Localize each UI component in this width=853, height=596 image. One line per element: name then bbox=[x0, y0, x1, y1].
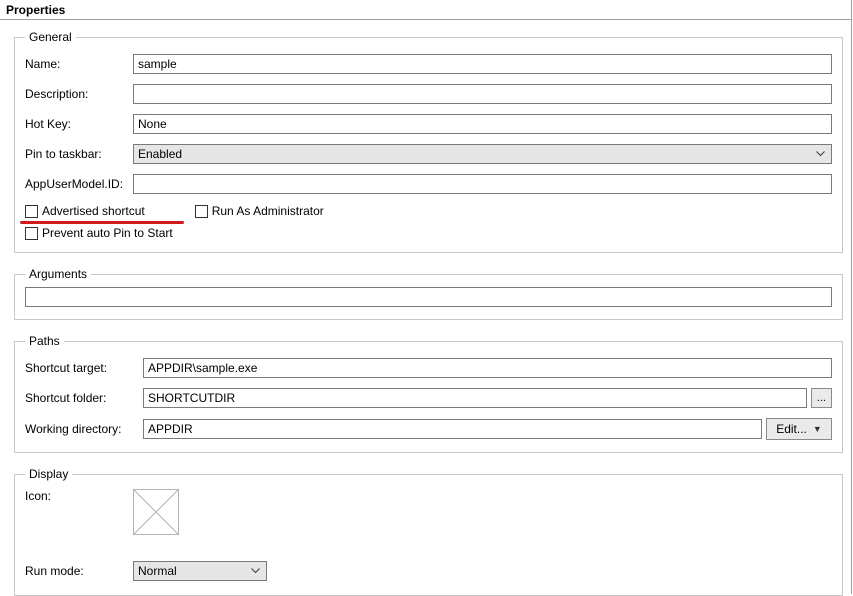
working-directory-label: Working directory: bbox=[25, 422, 143, 436]
shortcut-target-label: Shortcut target: bbox=[25, 361, 143, 375]
arguments-group: Arguments bbox=[14, 267, 843, 320]
name-label: Name: bbox=[25, 57, 133, 71]
paths-legend: Paths bbox=[25, 334, 64, 348]
shortcut-target-input[interactable] bbox=[143, 358, 832, 378]
advertised-shortcut-label: Advertised shortcut bbox=[42, 204, 145, 218]
checkbox-icon bbox=[195, 205, 208, 218]
display-legend: Display bbox=[25, 467, 72, 481]
edit-working-directory-button[interactable]: Edit... ▼ bbox=[766, 418, 832, 440]
description-label: Description: bbox=[25, 87, 133, 101]
advertised-shortcut-checkbox[interactable]: Advertised shortcut bbox=[25, 204, 145, 218]
paths-group: Paths Shortcut target: Shortcut folder: … bbox=[14, 334, 843, 453]
run-mode-value: Normal bbox=[138, 564, 177, 578]
general-legend: General bbox=[25, 30, 76, 44]
ellipsis-icon: ... bbox=[817, 392, 826, 404]
hotkey-label: Hot Key: bbox=[25, 117, 133, 131]
arguments-input[interactable] bbox=[25, 287, 832, 307]
prevent-pin-checkbox[interactable]: Prevent auto Pin to Start bbox=[25, 226, 173, 240]
highlight-underline bbox=[20, 221, 184, 224]
run-as-admin-checkbox[interactable]: Run As Administrator bbox=[195, 204, 324, 218]
general-group: General Name: Description: Hot Key: bbox=[14, 30, 843, 253]
browse-folder-button[interactable]: ... bbox=[811, 388, 832, 408]
name-input[interactable] bbox=[133, 54, 832, 74]
run-mode-select[interactable]: Normal bbox=[133, 561, 267, 581]
chevron-down-icon bbox=[816, 151, 825, 157]
working-directory-input[interactable] bbox=[143, 419, 762, 439]
hotkey-input[interactable] bbox=[133, 114, 832, 134]
pin-select-value: Enabled bbox=[138, 147, 182, 161]
icon-placeholder[interactable] bbox=[133, 489, 179, 535]
panel-content: General Name: Description: Hot Key: bbox=[0, 20, 851, 596]
appid-label: AppUserModel.ID: bbox=[25, 177, 133, 191]
checkbox-icon bbox=[25, 227, 38, 240]
icon-label: Icon: bbox=[25, 489, 133, 503]
runmode-label: Run mode: bbox=[25, 564, 133, 578]
description-input[interactable] bbox=[133, 84, 832, 104]
appusermodelid-input[interactable] bbox=[133, 174, 832, 194]
pin-to-taskbar-select[interactable]: Enabled bbox=[133, 144, 832, 164]
chevron-down-icon bbox=[251, 568, 260, 574]
dropdown-arrow-icon: ▼ bbox=[813, 424, 822, 434]
properties-panel: Properties General Name: Description: Ho… bbox=[0, 0, 852, 594]
checkbox-icon bbox=[25, 205, 38, 218]
shortcut-folder-input[interactable] bbox=[143, 388, 807, 408]
panel-title: Properties bbox=[0, 0, 851, 20]
edit-button-label: Edit... bbox=[776, 422, 807, 436]
display-group: Display Icon: Run mode: Normal bbox=[14, 467, 843, 596]
prevent-pin-label: Prevent auto Pin to Start bbox=[42, 226, 173, 240]
arguments-legend: Arguments bbox=[25, 267, 91, 281]
run-as-admin-label: Run As Administrator bbox=[212, 204, 324, 218]
pin-label: Pin to taskbar: bbox=[25, 147, 133, 161]
shortcut-folder-label: Shortcut folder: bbox=[25, 391, 143, 405]
